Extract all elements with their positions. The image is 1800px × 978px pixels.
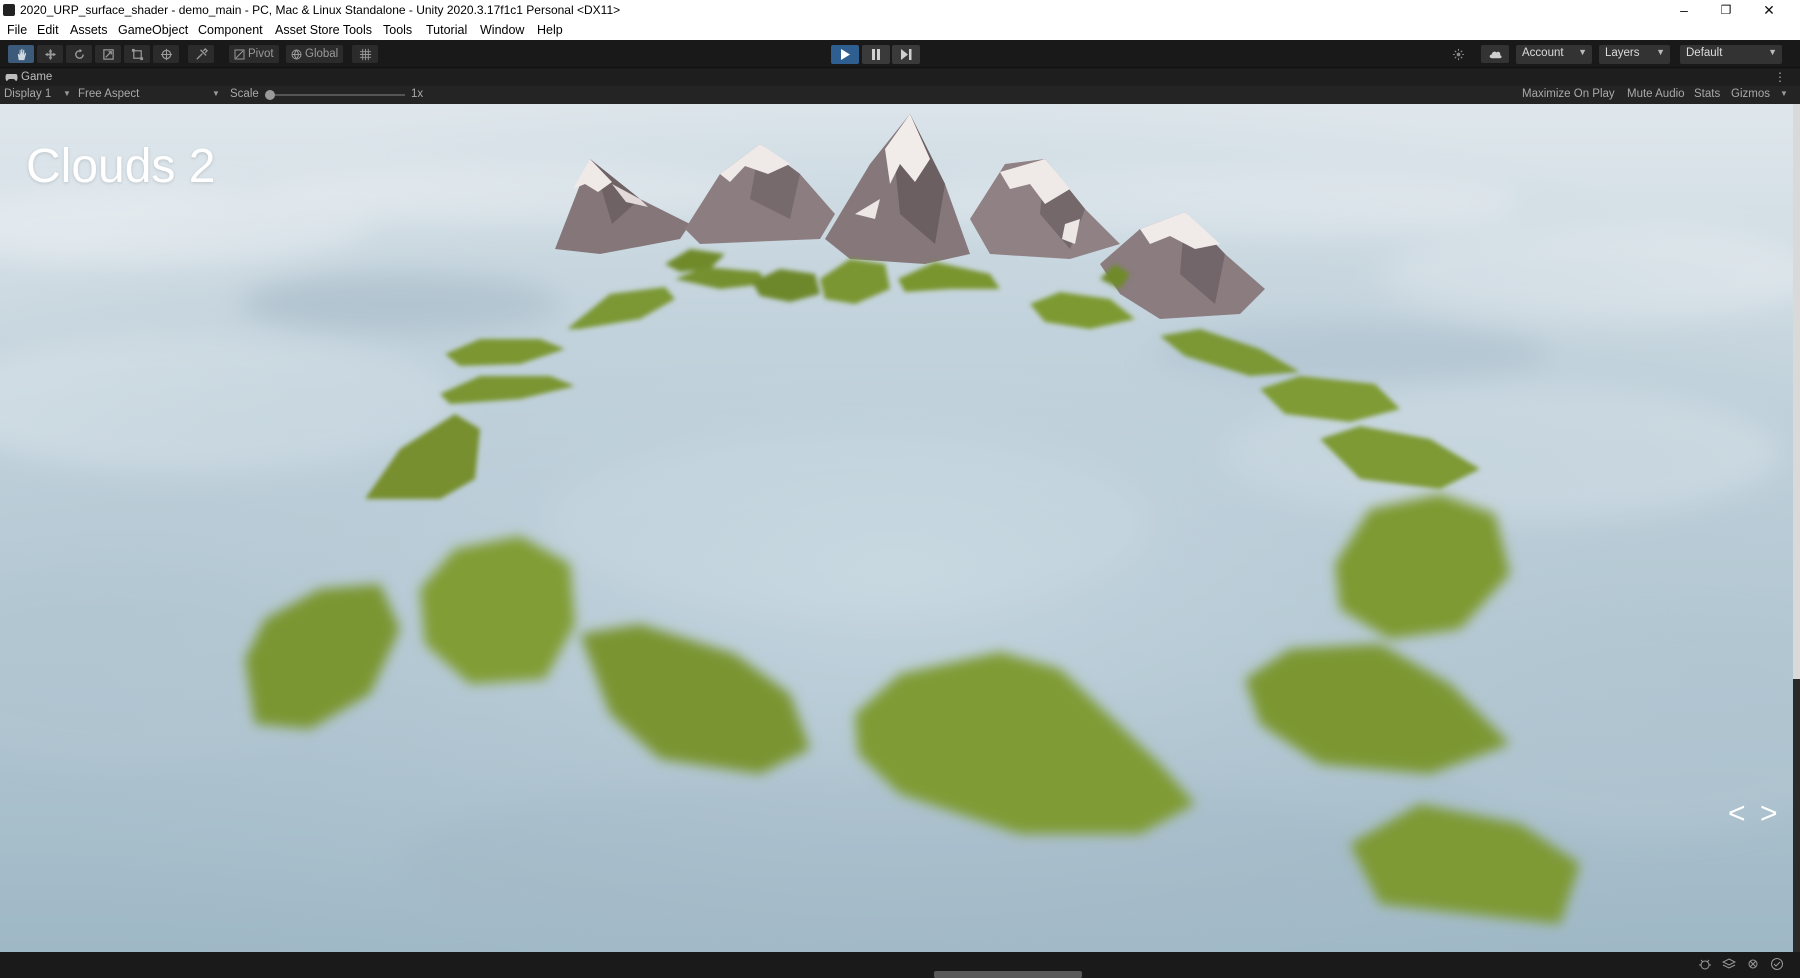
chevron-down-icon: ▼ (1656, 47, 1665, 57)
game-viewport[interactable]: Clouds 2 < > (0, 104, 1793, 952)
previous-scene-icon[interactable]: < (1728, 799, 1746, 829)
tab-game-label: Game (21, 71, 52, 83)
menu-component[interactable]: Component (198, 23, 263, 37)
grid-snap-button[interactable] (352, 45, 378, 63)
step-button[interactable] (892, 45, 920, 64)
collab-button[interactable] (1445, 45, 1471, 63)
chevron-down-icon[interactable]: ▼ (1780, 89, 1788, 98)
hand-tool-icon (15, 48, 28, 61)
layers-dropdown[interactable]: Layers ▼ (1599, 45, 1670, 64)
display-dropdown[interactable]: Display 1 (4, 88, 51, 100)
scale-tool-button[interactable] (95, 45, 121, 63)
gamepad-icon (5, 73, 18, 82)
minimize-button[interactable]: – (1663, 0, 1705, 21)
chevron-down-icon: ▼ (1768, 47, 1777, 57)
cloud-icon (1489, 48, 1502, 61)
rect-tool-icon (131, 48, 144, 61)
maximize-on-play-toggle[interactable]: Maximize On Play (1522, 88, 1615, 100)
layers-status-icon[interactable] (1722, 957, 1736, 971)
stats-toggle[interactable]: Stats (1694, 88, 1720, 100)
menu-bar: File Edit Assets GameObject Component As… (0, 21, 1800, 40)
window-title: 2020_URP_surface_shader - demo_main - PC… (20, 3, 620, 17)
aspect-dropdown[interactable]: Free Aspect (78, 88, 139, 100)
layers-label: Layers (1605, 47, 1640, 59)
right-edge-panel (1793, 104, 1800, 952)
check-circle-icon[interactable] (1770, 957, 1784, 971)
custom-tool-icon (195, 48, 208, 61)
grid-snap-icon (359, 48, 372, 61)
rotate-tool-button[interactable] (66, 45, 92, 63)
tab-menu-icon[interactable]: ⋮ (1774, 70, 1786, 84)
menu-assets[interactable]: Assets (70, 23, 108, 37)
account-label: Account (1522, 47, 1564, 59)
tab-game[interactable]: Game (5, 71, 52, 83)
custom-tool-button[interactable] (188, 45, 214, 63)
cloud-services-button[interactable] (1481, 45, 1509, 63)
scene-title: Clouds 2 (26, 139, 215, 194)
scale-label: Scale (230, 88, 259, 100)
horizontal-scrollbar[interactable] (934, 971, 1082, 978)
mute-audio-toggle[interactable]: Mute Audio (1627, 88, 1685, 100)
scene-render (0, 104, 1793, 952)
menu-asset-store-tools[interactable]: Asset Store Tools (275, 23, 372, 37)
play-icon (840, 49, 850, 60)
global-label: Global (305, 48, 338, 60)
chevron-down-icon: ▼ (1578, 47, 1587, 57)
status-bar (0, 952, 1800, 978)
menu-help[interactable]: Help (537, 23, 563, 37)
menu-edit[interactable]: Edit (37, 23, 59, 37)
collab-icon (1452, 48, 1465, 61)
chevron-down-icon: ▼ (212, 89, 220, 98)
account-dropdown[interactable]: Account ▼ (1516, 45, 1592, 64)
move-tool-icon (44, 48, 57, 61)
layout-label: Default (1686, 47, 1722, 59)
unity-app-icon (3, 4, 15, 16)
pause-icon (871, 49, 881, 60)
lighting-icon[interactable] (1746, 957, 1760, 971)
restore-button[interactable]: ❐ (1705, 0, 1747, 21)
pause-button[interactable] (862, 45, 890, 64)
menu-window[interactable]: Window (480, 23, 524, 37)
pivot-label: Pivot (248, 48, 274, 60)
scale-slider-track[interactable] (270, 94, 405, 96)
pivot-toggle[interactable]: Pivot (229, 45, 279, 63)
play-button[interactable] (831, 45, 859, 64)
transform-tool-icon (160, 48, 173, 61)
hand-tool-button[interactable] (8, 45, 34, 63)
scale-slider-handle[interactable] (265, 90, 275, 100)
right-edge-shadow (1793, 679, 1800, 952)
gizmos-toggle[interactable]: Gizmos (1731, 88, 1770, 100)
scale-tool-icon (102, 48, 115, 61)
globe-icon (291, 49, 302, 60)
bug-icon[interactable] (1698, 957, 1712, 971)
close-button[interactable]: ✕ (1748, 0, 1790, 21)
chevron-down-icon: ▼ (63, 89, 71, 98)
rect-tool-button[interactable] (124, 45, 150, 63)
scale-value: 1x (411, 88, 423, 100)
global-toggle[interactable]: Global (286, 45, 343, 63)
move-tool-button[interactable] (37, 45, 63, 63)
menu-gameobject[interactable]: GameObject (118, 23, 188, 37)
menu-tools[interactable]: Tools (383, 23, 412, 37)
menu-tutorial[interactable]: Tutorial (426, 23, 467, 37)
game-view-bar: Display 1 ▼ Free Aspect ▼ Scale 1x Maxim… (0, 86, 1800, 104)
pivot-icon (234, 49, 245, 60)
main-toolbar: Pivot Global Account ▼ Layers ▼ Default … (0, 40, 1800, 68)
rotate-tool-icon (73, 48, 86, 61)
transform-tool-button[interactable] (153, 45, 179, 63)
window-titlebar: 2020_URP_surface_shader - demo_main - PC… (0, 0, 1800, 21)
step-icon (901, 49, 912, 60)
layout-dropdown[interactable]: Default ▼ (1680, 45, 1782, 64)
menu-file[interactable]: File (7, 23, 27, 37)
next-scene-icon[interactable]: > (1760, 799, 1778, 829)
game-tab-bar: Game ⋮ (0, 69, 1800, 86)
